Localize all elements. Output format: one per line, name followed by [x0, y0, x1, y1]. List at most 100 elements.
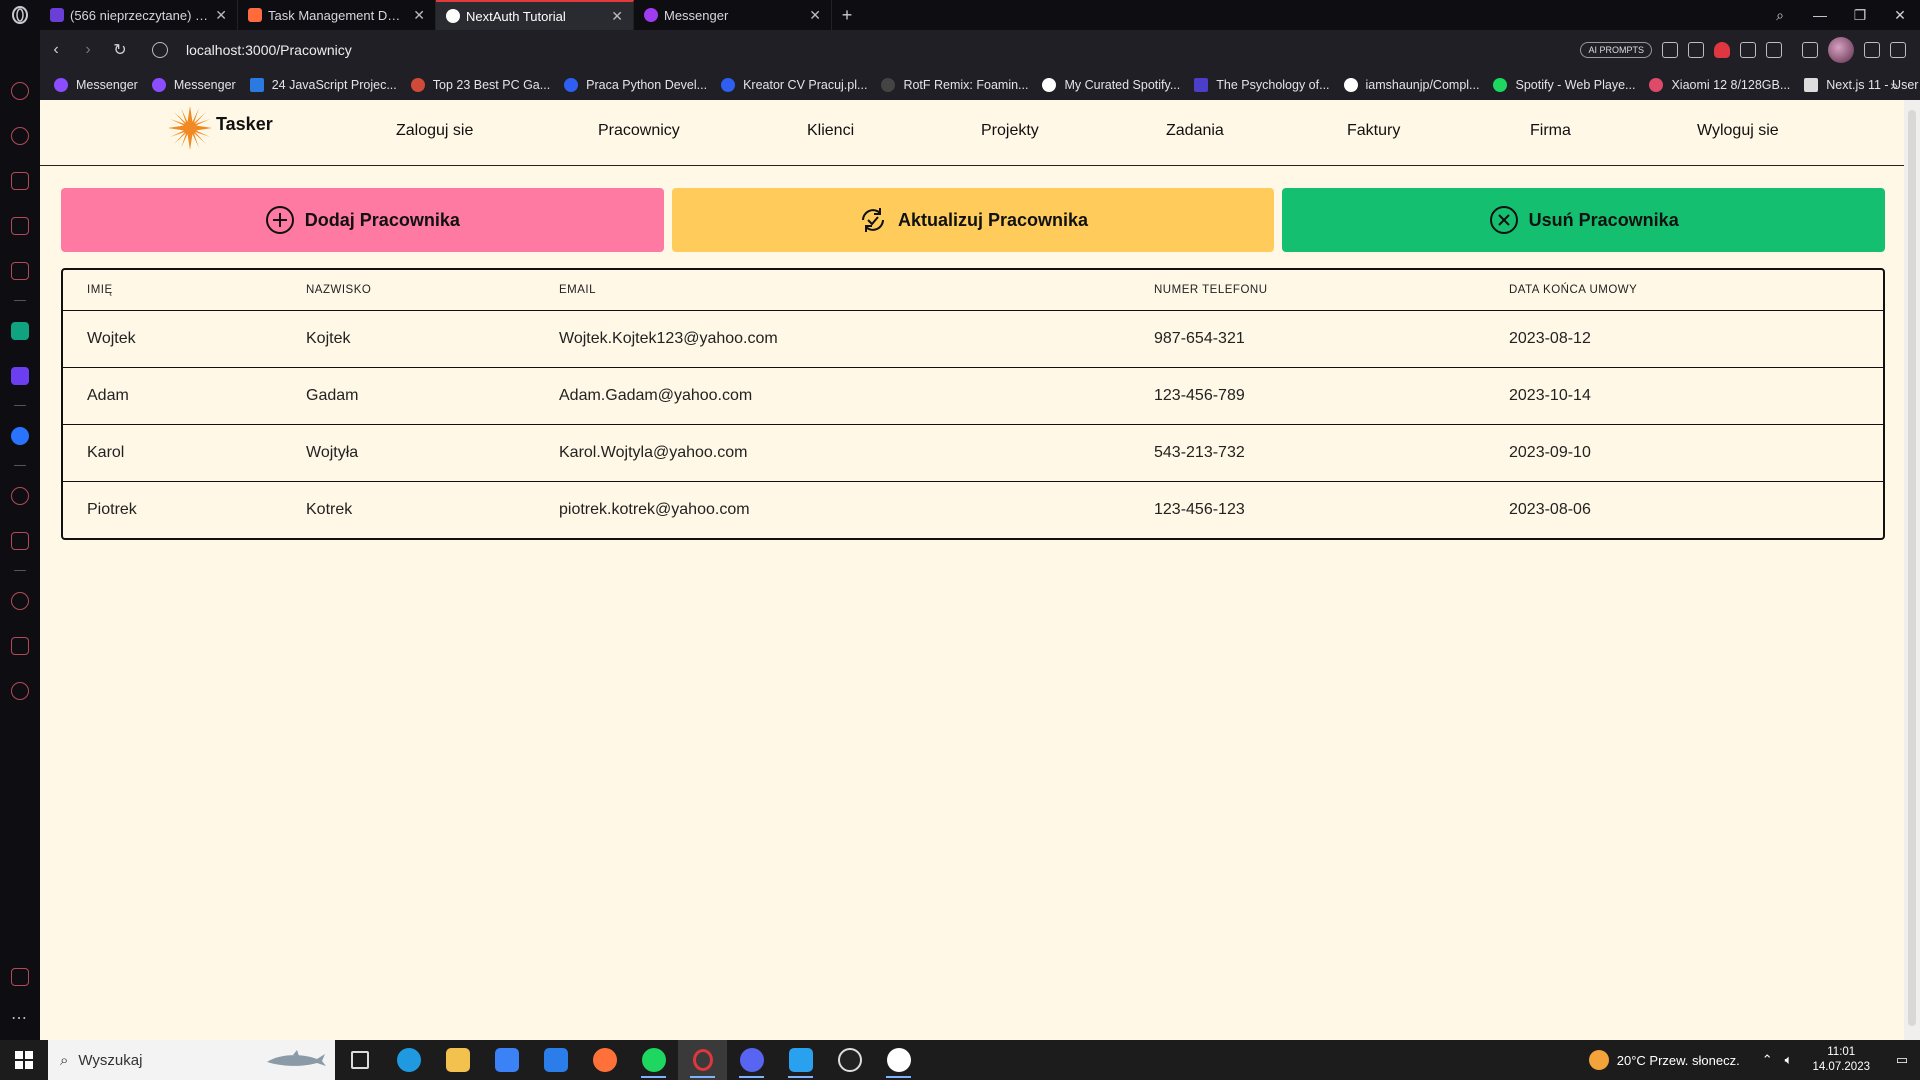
discord-icon[interactable]: [727, 1040, 776, 1080]
chevron-up-icon[interactable]: ⌃: [1762, 1052, 1773, 1068]
notifications-icon[interactable]: ▭: [1884, 1052, 1920, 1068]
bookmark[interactable]: Praca Python Devel...: [564, 78, 707, 92]
twitch-icon[interactable]: [11, 217, 29, 235]
file-explorer-icon[interactable]: [433, 1040, 482, 1080]
browser-tab[interactable]: (566 nieprzeczytane) - mat ✕: [40, 0, 238, 30]
browser-tab[interactable]: Task Management Dashbo ✕: [238, 0, 436, 30]
mail-icon[interactable]: [531, 1040, 580, 1080]
speed-dial-icon[interactable]: [11, 127, 29, 145]
bookmark[interactable]: iamshaunjp/Compl...: [1343, 78, 1479, 92]
minimize-icon[interactable]: —: [1800, 7, 1840, 23]
send-icon[interactable]: [1740, 42, 1756, 58]
nav-klienci[interactable]: Klienci: [807, 122, 854, 140]
url-field[interactable]: localhost:3000/Pracownicy: [142, 35, 1580, 65]
volume-icon[interactable]: 🔈︎: [1785, 1052, 1793, 1068]
close-icon[interactable]: ✕: [809, 7, 821, 24]
gear-icon[interactable]: [11, 682, 29, 700]
bookmark[interactable]: Xiaomi 12 8/128GB...: [1649, 78, 1790, 92]
figma-icon: [248, 8, 262, 22]
chatsonic-icon[interactable]: [11, 367, 29, 385]
back-icon[interactable]: ‹: [40, 34, 72, 66]
sun-logo-icon: [168, 106, 212, 150]
adblock-shield-icon[interactable]: [1714, 42, 1730, 58]
close-icon[interactable]: ✕: [413, 7, 425, 24]
edit-icon[interactable]: [1662, 42, 1678, 58]
vscode-icon[interactable]: [776, 1040, 825, 1080]
cell-email: Karol.Wojtyla@yahoo.com: [535, 424, 1130, 482]
nav-zadania[interactable]: Zadania: [1166, 122, 1224, 140]
chevron-right-icon[interactable]: »: [1890, 77, 1898, 93]
send-icon[interactable]: [11, 532, 29, 550]
clock[interactable]: 11:01 14.07.2023: [1812, 1045, 1870, 1075]
ai-prompts-button[interactable]: AI PROMPTS: [1580, 42, 1652, 58]
bookmark[interactable]: RotF Remix: Foamin...: [881, 78, 1028, 92]
nav-firma[interactable]: Firma: [1530, 122, 1571, 140]
action-buttons: Dodaj Pracownika Aktualizuj Pracownika U…: [61, 188, 1886, 252]
cube-icon[interactable]: [11, 637, 29, 655]
mongodb-icon[interactable]: [874, 1040, 923, 1080]
bookmark[interactable]: Kreator CV Pracuj.pl...: [721, 78, 867, 92]
close-icon[interactable]: ✕: [611, 8, 623, 25]
table-row[interactable]: Wojtek Kojtek Wojtek.Kojtek123@yahoo.com…: [63, 310, 1883, 368]
restore-icon[interactable]: ❐: [1840, 7, 1880, 24]
opera-taskbar-icon[interactable]: [678, 1040, 727, 1080]
nav-faktury[interactable]: Faktury: [1347, 122, 1400, 140]
gamepad-icon[interactable]: [11, 82, 29, 100]
forward-icon[interactable]: ›: [72, 34, 104, 66]
bookmark[interactable]: My Curated Spotify...: [1042, 78, 1180, 92]
taskbar-search[interactable]: ⌕ Wyszukaj: [48, 1040, 335, 1080]
gallery-icon[interactable]: [11, 968, 29, 986]
page-scrollbar[interactable]: [1904, 100, 1920, 1040]
new-tab-button[interactable]: +: [832, 0, 862, 30]
close-icon[interactable]: ✕: [215, 7, 227, 24]
nav-projekty[interactable]: Projekty: [981, 122, 1039, 140]
bookmark[interactable]: Messenger: [151, 78, 236, 92]
more-icon[interactable]: ⋯: [11, 1008, 27, 1028]
windows-start-icon[interactable]: [0, 1040, 48, 1080]
bookmark[interactable]: Top 23 Best PC Ga...: [410, 78, 550, 92]
nav-logout[interactable]: Wyloguj sie: [1697, 122, 1779, 140]
site-info-icon[interactable]: [152, 42, 168, 58]
firefox-icon[interactable]: [580, 1040, 629, 1080]
bag-icon[interactable]: [11, 172, 29, 190]
nav-pracownicy[interactable]: Pracownicy: [598, 122, 680, 140]
delete-employee-button[interactable]: Usuń Pracownika: [1282, 188, 1886, 252]
messenger-icon[interactable]: [11, 427, 29, 445]
profile-avatar[interactable]: [1828, 37, 1854, 63]
browser-tab[interactable]: Messenger ✕: [634, 0, 832, 30]
store-icon[interactable]: [482, 1040, 531, 1080]
add-employee-button[interactable]: Dodaj Pracownika: [61, 188, 664, 252]
spotify-icon[interactable]: [629, 1040, 678, 1080]
bookmark[interactable]: Spotify - Web Playe...: [1493, 78, 1635, 92]
reload-icon[interactable]: ↻: [104, 34, 136, 66]
table-row[interactable]: Karol Wojtyła Karol.Wojtyla@yahoo.com 54…: [63, 424, 1883, 482]
download-icon[interactable]: [1864, 42, 1880, 58]
scrollbar-thumb[interactable]: [1908, 110, 1916, 1026]
task-view-icon[interactable]: [335, 1040, 384, 1080]
obs-icon[interactable]: [825, 1040, 874, 1080]
table-row[interactable]: Adam Gadam Adam.Gadam@yahoo.com 123-456-…: [63, 367, 1883, 425]
bookmark[interactable]: 24 JavaScript Projec...: [249, 78, 397, 92]
history-icon[interactable]: [11, 592, 29, 610]
brand[interactable]: Tasker: [166, 104, 273, 152]
chatgpt-icon[interactable]: [11, 322, 29, 340]
player-icon[interactable]: [11, 487, 29, 505]
table-row[interactable]: Piotrek Kotrek piotrek.kotrek@yahoo.com …: [63, 481, 1883, 538]
search-icon[interactable]: ⌕: [1760, 7, 1800, 24]
bookmark[interactable]: Messenger: [54, 78, 138, 92]
browser-tab-active[interactable]: NextAuth Tutorial ✕: [436, 0, 634, 30]
heart-icon[interactable]: [1766, 42, 1782, 58]
update-employee-button[interactable]: Aktualizuj Pracownika: [671, 188, 1275, 252]
menu-icon[interactable]: [1890, 42, 1906, 58]
bookmark-label: Spotify - Web Playe...: [1515, 78, 1636, 92]
nav-login[interactable]: Zaloguj sie: [396, 122, 473, 140]
cube-icon[interactable]: [1802, 42, 1818, 58]
camera-icon[interactable]: [1688, 42, 1704, 58]
bookmark[interactable]: Next.js 11 - User Re...: [1804, 78, 1920, 92]
edge-icon[interactable]: [384, 1040, 433, 1080]
news-icon[interactable]: [11, 262, 29, 280]
opera-logo-icon[interactable]: [0, 0, 40, 30]
close-window-icon[interactable]: ✕: [1880, 7, 1920, 24]
weather-widget[interactable]: 20°C Przew. słonecz.: [1588, 1050, 1740, 1070]
bookmark[interactable]: The Psychology of...: [1194, 78, 1330, 92]
